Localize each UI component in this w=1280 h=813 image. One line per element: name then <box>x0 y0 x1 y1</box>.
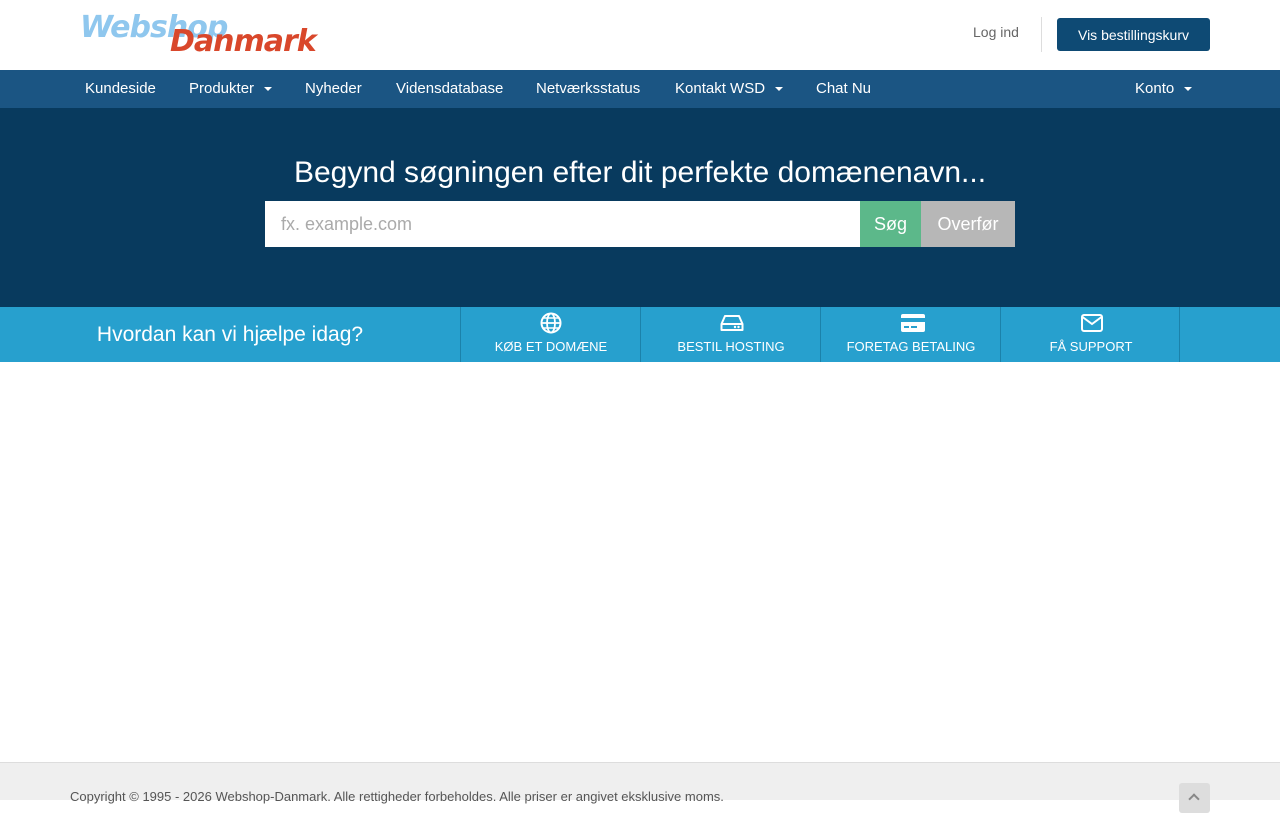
help-title: Hvordan kan vi hjælpe idag? <box>96 323 364 346</box>
back-to-top-button[interactable] <box>1179 783 1210 813</box>
site-logo[interactable]: Webshop Danmark <box>80 10 360 59</box>
nav-item-vidensdatabase[interactable]: Vidensdatabase <box>396 70 503 108</box>
nav-item-kontakt[interactable]: Kontakt WSD <box>675 70 784 108</box>
make-payment-link[interactable]: Foretag betaling <box>820 307 1000 362</box>
login-link[interactable]: Log ind <box>973 24 1019 40</box>
site-header: Webshop Danmark Log ind Vis bestillingsk… <box>0 0 1280 70</box>
caret-down-icon <box>775 87 784 92</box>
nav-item-label: Produkter <box>189 80 255 97</box>
get-support-link[interactable]: Få support <box>1000 307 1180 362</box>
nav-item-label: Kontakt WSD <box>675 80 766 97</box>
header-divider <box>1041 17 1042 52</box>
site-footer: Copyright © 1995 - 2026 Webshop-Danmark.… <box>0 762 1280 813</box>
nav-item-account[interactable]: Konto <box>1135 70 1193 108</box>
order-hosting-link[interactable]: Bestil hosting <box>640 307 820 362</box>
logo-text-bottom: Danmark <box>170 24 317 59</box>
nav-item-netvaerksstatus[interactable]: Netværksstatus <box>536 70 640 108</box>
transfer-button[interactable]: Overfør <box>921 201 1015 247</box>
globe-icon <box>540 312 562 334</box>
nav-item-kundeside[interactable]: Kundeside <box>85 70 156 108</box>
help-item-label: Få support <box>1049 339 1133 354</box>
nav-item-label: Konto <box>1135 80 1175 97</box>
copyright-text: Copyright © 1995 - 2026 Webshop-Danmark.… <box>70 789 724 804</box>
help-strip: Hvordan kan vi hjælpe idag? Køb et domæn… <box>0 307 1280 362</box>
help-item-label: Køb et domæne <box>494 339 608 354</box>
credit-card-icon <box>901 314 925 332</box>
chevron-up-icon <box>1188 793 1200 805</box>
hdd-icon <box>720 315 744 331</box>
nav-item-chat[interactable]: Chat Nu <box>816 70 871 108</box>
envelope-icon <box>1081 314 1103 332</box>
help-item-label: Bestil hosting <box>677 339 785 354</box>
view-cart-button[interactable]: Vis bestillingskurv <box>1057 18 1210 51</box>
buy-domain-link[interactable]: Køb et domæne <box>460 307 640 362</box>
domain-search-input[interactable] <box>265 201 860 247</box>
search-button[interactable]: Søg <box>860 201 921 247</box>
help-item-label: Foretag betaling <box>846 339 976 354</box>
nav-item-produkter[interactable]: Produkter <box>189 70 273 108</box>
main-navbar: Kundeside Produkter Nyheder Vidensdataba… <box>0 70 1280 108</box>
caret-down-icon <box>1184 87 1193 92</box>
nav-item-nyheder[interactable]: Nyheder <box>305 70 362 108</box>
caret-down-icon <box>264 87 273 92</box>
domain-search-hero: Begynd søgningen efter dit perfekte domæ… <box>0 108 1280 307</box>
hero-title: Begynd søgningen efter dit perfekte domæ… <box>293 156 987 189</box>
